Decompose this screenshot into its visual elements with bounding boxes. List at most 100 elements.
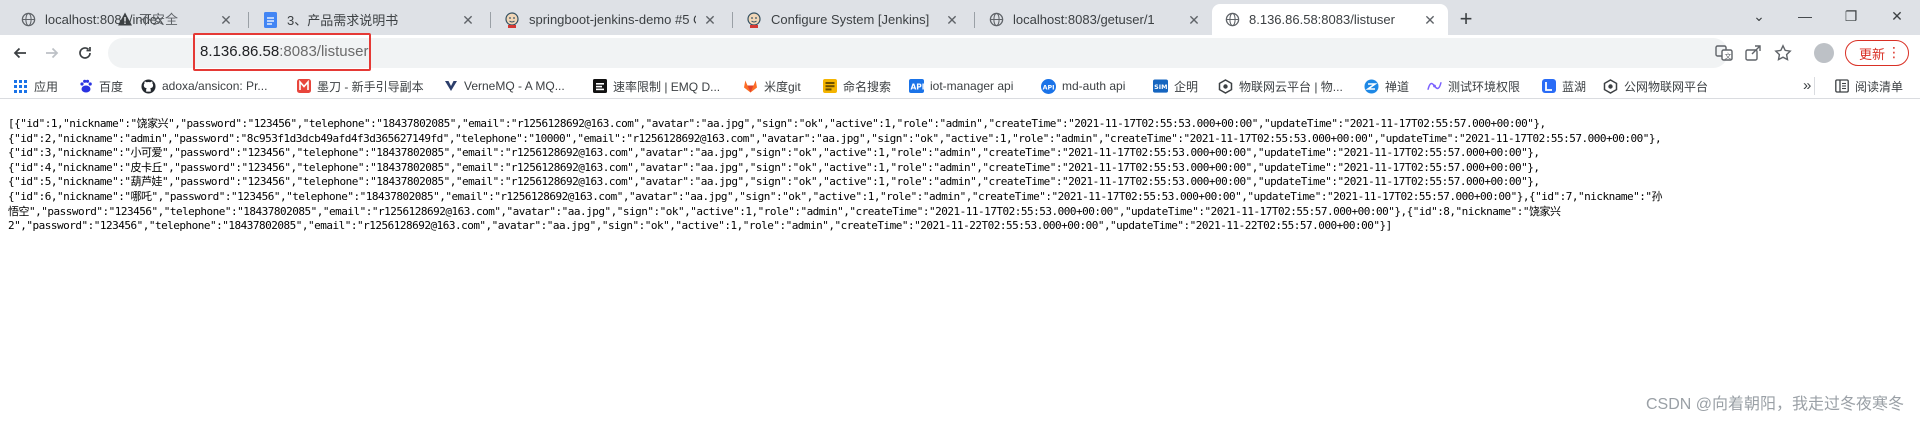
close-icon[interactable]: ✕ xyxy=(1186,12,1202,28)
reading-list-label: 阅读清单 xyxy=(1855,79,1904,94)
minimize-button[interactable]: — xyxy=(1782,2,1828,30)
jenkins-icon xyxy=(746,11,762,28)
tab-separator xyxy=(490,12,491,28)
tab-listuser-active[interactable]: 8.136.86.58:8083/listuser ✕ xyxy=(1212,4,1448,35)
update-label: 更新 xyxy=(1859,46,1886,62)
page-content: [{"id":1,"nickname":"饶家兴","password":"12… xyxy=(0,100,1920,422)
tab-separator xyxy=(248,12,249,28)
bookmarks-divider xyxy=(1814,77,1815,95)
bookmark-github-ansicon[interactable]: adoxa/ansicon: Pr... xyxy=(141,77,267,95)
reload-button[interactable] xyxy=(71,39,99,67)
globe-icon xyxy=(1224,12,1240,28)
json-response-text: [{"id":1,"nickname":"饶家兴","password":"12… xyxy=(8,117,1662,233)
tab-search-icon[interactable]: ⌄ xyxy=(1736,2,1782,30)
tab-jenkins-demo[interactable]: springboot-jenkins-demo #5 C ✕ xyxy=(492,4,728,35)
globe-icon xyxy=(20,12,36,28)
doc-icon xyxy=(262,11,278,28)
close-icon[interactable]: ✕ xyxy=(218,12,234,28)
bookmark-gitlab[interactable]: 米度git xyxy=(743,77,801,95)
tab-separator xyxy=(732,12,733,28)
globe-icon xyxy=(988,12,1004,28)
bookmark-label: 企明 xyxy=(1174,79,1199,94)
svg-text:API: API xyxy=(1043,84,1055,91)
tab-strip: localhost:8081/index ✕ 3、产品需求说明书 ✕ sprin… xyxy=(0,0,1920,35)
url-host: 8.136.86.58 xyxy=(200,43,280,60)
bookmark-baidu[interactable]: 百度 xyxy=(78,77,123,95)
bookmark-apps[interactable]: 应用 xyxy=(13,77,58,95)
bookmark-label: VerneMQ - A MQ... xyxy=(464,79,565,93)
bookmark-public-iot[interactable]: 公网物联网平台 xyxy=(1603,77,1708,95)
tab-separator xyxy=(974,12,975,28)
bookmark-label: 百度 xyxy=(99,79,124,94)
bookmark-test-env[interactable]: 测试环境权限 xyxy=(1427,77,1520,95)
security-label: 不安全 xyxy=(139,12,179,27)
bookmark-label: 测试环境权限 xyxy=(1448,79,1521,94)
svg-text:SIM: SIM xyxy=(1154,83,1167,91)
tab-title: 8.136.86.58:8083/listuser xyxy=(1249,12,1395,27)
modao-icon xyxy=(296,79,311,94)
warning-icon xyxy=(118,12,132,25)
tab-getuser[interactable]: localhost:8083/getuser/1 ✕ xyxy=(976,4,1212,35)
back-arrow-icon xyxy=(13,47,26,59)
apps-grid-icon xyxy=(13,79,28,94)
url-path: :8083/listuser xyxy=(279,43,369,60)
bookmark-label: 蓝湖 xyxy=(1562,79,1587,94)
bookmark-lanhu[interactable]: 蓝湖 xyxy=(1541,77,1586,95)
back-button[interactable] xyxy=(6,39,34,67)
update-button[interactable]: 更新 ⋮ xyxy=(1845,40,1909,66)
search-name-icon xyxy=(822,79,837,94)
bookmark-label: 米度git xyxy=(764,79,801,94)
close-icon[interactable]: ✕ xyxy=(944,12,960,28)
jenkins-icon xyxy=(504,11,520,28)
security-indicator[interactable]: 不安全 xyxy=(117,9,178,28)
url-text[interactable]: 8.136.86.58:8083/listuser xyxy=(200,43,368,60)
bookmark-label: 墨刀 - 新手引导副本 xyxy=(317,79,424,94)
translate-icon[interactable]: 文 xyxy=(1713,42,1735,64)
tab-jenkins-config[interactable]: Configure System [Jenkins] ✕ xyxy=(734,4,970,35)
github-icon xyxy=(141,78,156,94)
close-icon[interactable]: ✕ xyxy=(460,12,476,28)
bookmark-md-auth-api[interactable]: API md-auth api xyxy=(1041,77,1125,95)
close-icon[interactable]: ✕ xyxy=(1422,12,1438,28)
bookmark-star-icon[interactable] xyxy=(1772,42,1794,64)
share-icon[interactable] xyxy=(1742,42,1764,64)
restore-button[interactable]: ❐ xyxy=(1828,2,1874,30)
bookmark-qiming[interactable]: SIM 企明 xyxy=(1153,77,1198,95)
forward-arrow-icon xyxy=(46,47,59,59)
bookmark-label: iot-manager api xyxy=(930,79,1014,93)
bookmark-iot-cloud[interactable]: 物联网云平台 | 物... xyxy=(1218,77,1343,95)
tab-title: springboot-jenkins-demo #5 C xyxy=(529,12,696,27)
close-window-button[interactable]: ✕ xyxy=(1874,2,1920,30)
watermark-text: CSDN @向着朝阳，我走过冬夜寒冬 xyxy=(1645,396,1904,413)
reading-list-button[interactable]: 阅读清单 xyxy=(1834,77,1903,95)
vernemq-icon xyxy=(443,79,458,94)
forward-button[interactable] xyxy=(38,39,66,67)
bookmark-vernemq[interactable]: VerneMQ - A MQ... xyxy=(443,77,565,95)
iot-icon xyxy=(1603,78,1618,94)
iot-icon xyxy=(1218,78,1233,94)
bookmark-modao[interactable]: 墨刀 - 新手引导副本 xyxy=(296,77,424,95)
bookmark-zentao[interactable]: 禅道 xyxy=(1364,77,1409,95)
close-icon[interactable]: ✕ xyxy=(702,12,718,28)
more-vert-icon: ⋮ xyxy=(1887,44,1901,60)
bookmark-label: adoxa/ansicon: Pr... xyxy=(162,79,268,93)
tab-product-doc[interactable]: 3、产品需求说明书 ✕ xyxy=(250,4,486,35)
tab-title: Configure System [Jenkins] xyxy=(771,12,930,27)
bookmarks-overflow[interactable]: » xyxy=(1803,76,1811,94)
bookmark-label: md-auth api xyxy=(1062,79,1126,93)
zentao-icon xyxy=(1364,79,1379,94)
baidu-icon xyxy=(78,79,93,94)
bookmark-label: 禅道 xyxy=(1385,79,1410,94)
profile-avatar[interactable] xyxy=(1814,43,1834,63)
bookmark-label: 速率限制 | EMQ D... xyxy=(613,79,721,94)
test-env-icon xyxy=(1427,79,1442,94)
reading-list-icon xyxy=(1834,79,1849,94)
bookmark-emq[interactable]: 速率限制 | EMQ D... xyxy=(592,77,720,95)
sim-icon: SIM xyxy=(1153,79,1168,94)
new-tab-button[interactable]: + xyxy=(1452,6,1480,34)
bookmark-label: 物联网云平台 | 物... xyxy=(1239,79,1343,94)
gitlab-icon xyxy=(743,79,758,94)
bookmark-name-search[interactable]: 命名搜索 xyxy=(822,77,891,95)
bookmark-iot-manager-api[interactable]: API iot-manager api xyxy=(909,77,1013,95)
reload-icon xyxy=(79,47,91,59)
